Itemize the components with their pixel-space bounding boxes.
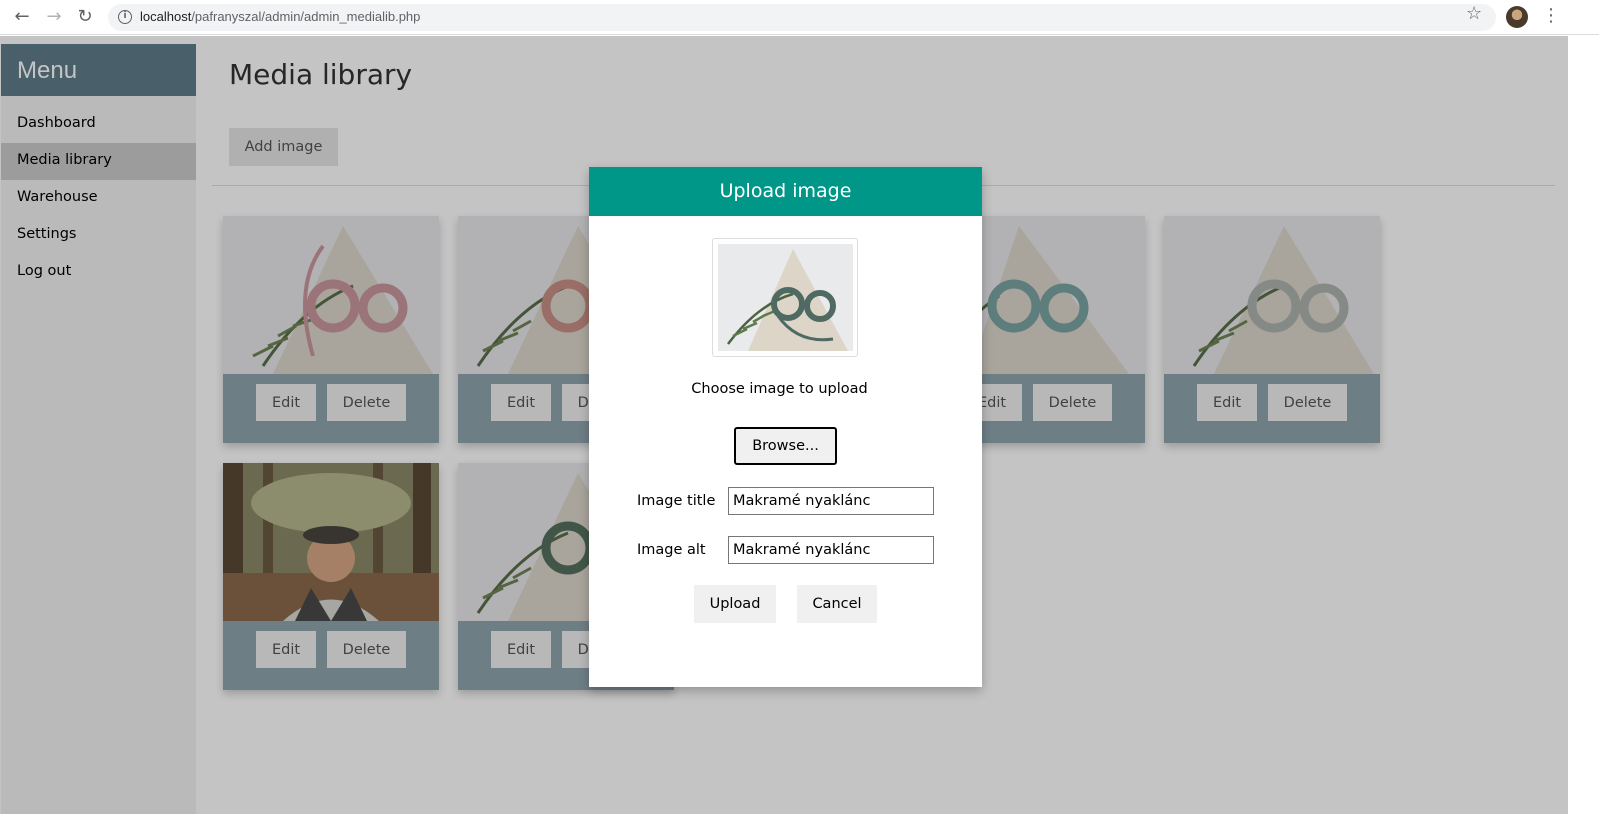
dialog-title: Upload image <box>589 167 982 216</box>
cancel-button[interactable]: Cancel <box>797 585 877 623</box>
image-preview <box>712 238 858 357</box>
browse-button[interactable]: Browse... <box>734 427 837 465</box>
url-path: /pafranyszal/admin/admin_medialib.php <box>191 9 421 24</box>
profile-avatar[interactable] <box>1506 6 1528 28</box>
kebab-menu-icon[interactable]: ⋮ <box>1542 5 1560 26</box>
scrollbar[interactable] <box>1568 36 1599 830</box>
image-title-label: Image title <box>637 493 716 509</box>
info-icon[interactable]: i <box>118 10 132 24</box>
image-alt-label: Image alt <box>637 542 706 558</box>
browser-toolbar: ← → ↻ i localhost/pafranyszal/admin/admi… <box>0 0 1599 35</box>
upload-image-dialog: Upload image Choose image to upload Brow… <box>589 167 982 687</box>
url-text: localhost/pafranyszal/admin/admin_medial… <box>140 9 420 24</box>
url-host: localhost <box>140 9 192 24</box>
back-arrow-icon[interactable]: ← <box>11 6 33 28</box>
reload-icon[interactable]: ↻ <box>74 6 96 28</box>
image-alt-input[interactable] <box>728 536 934 564</box>
address-bar[interactable]: i localhost/pafranyszal/admin/admin_medi… <box>108 4 1496 31</box>
forward-arrow-icon[interactable]: → <box>43 6 65 28</box>
window-bottom-edge <box>0 814 1568 830</box>
bookmark-star-icon[interactable]: ☆ <box>1466 3 1482 24</box>
image-title-input[interactable] <box>728 487 934 515</box>
upload-button[interactable]: Upload <box>694 585 776 623</box>
choose-image-label: Choose image to upload <box>691 381 868 397</box>
